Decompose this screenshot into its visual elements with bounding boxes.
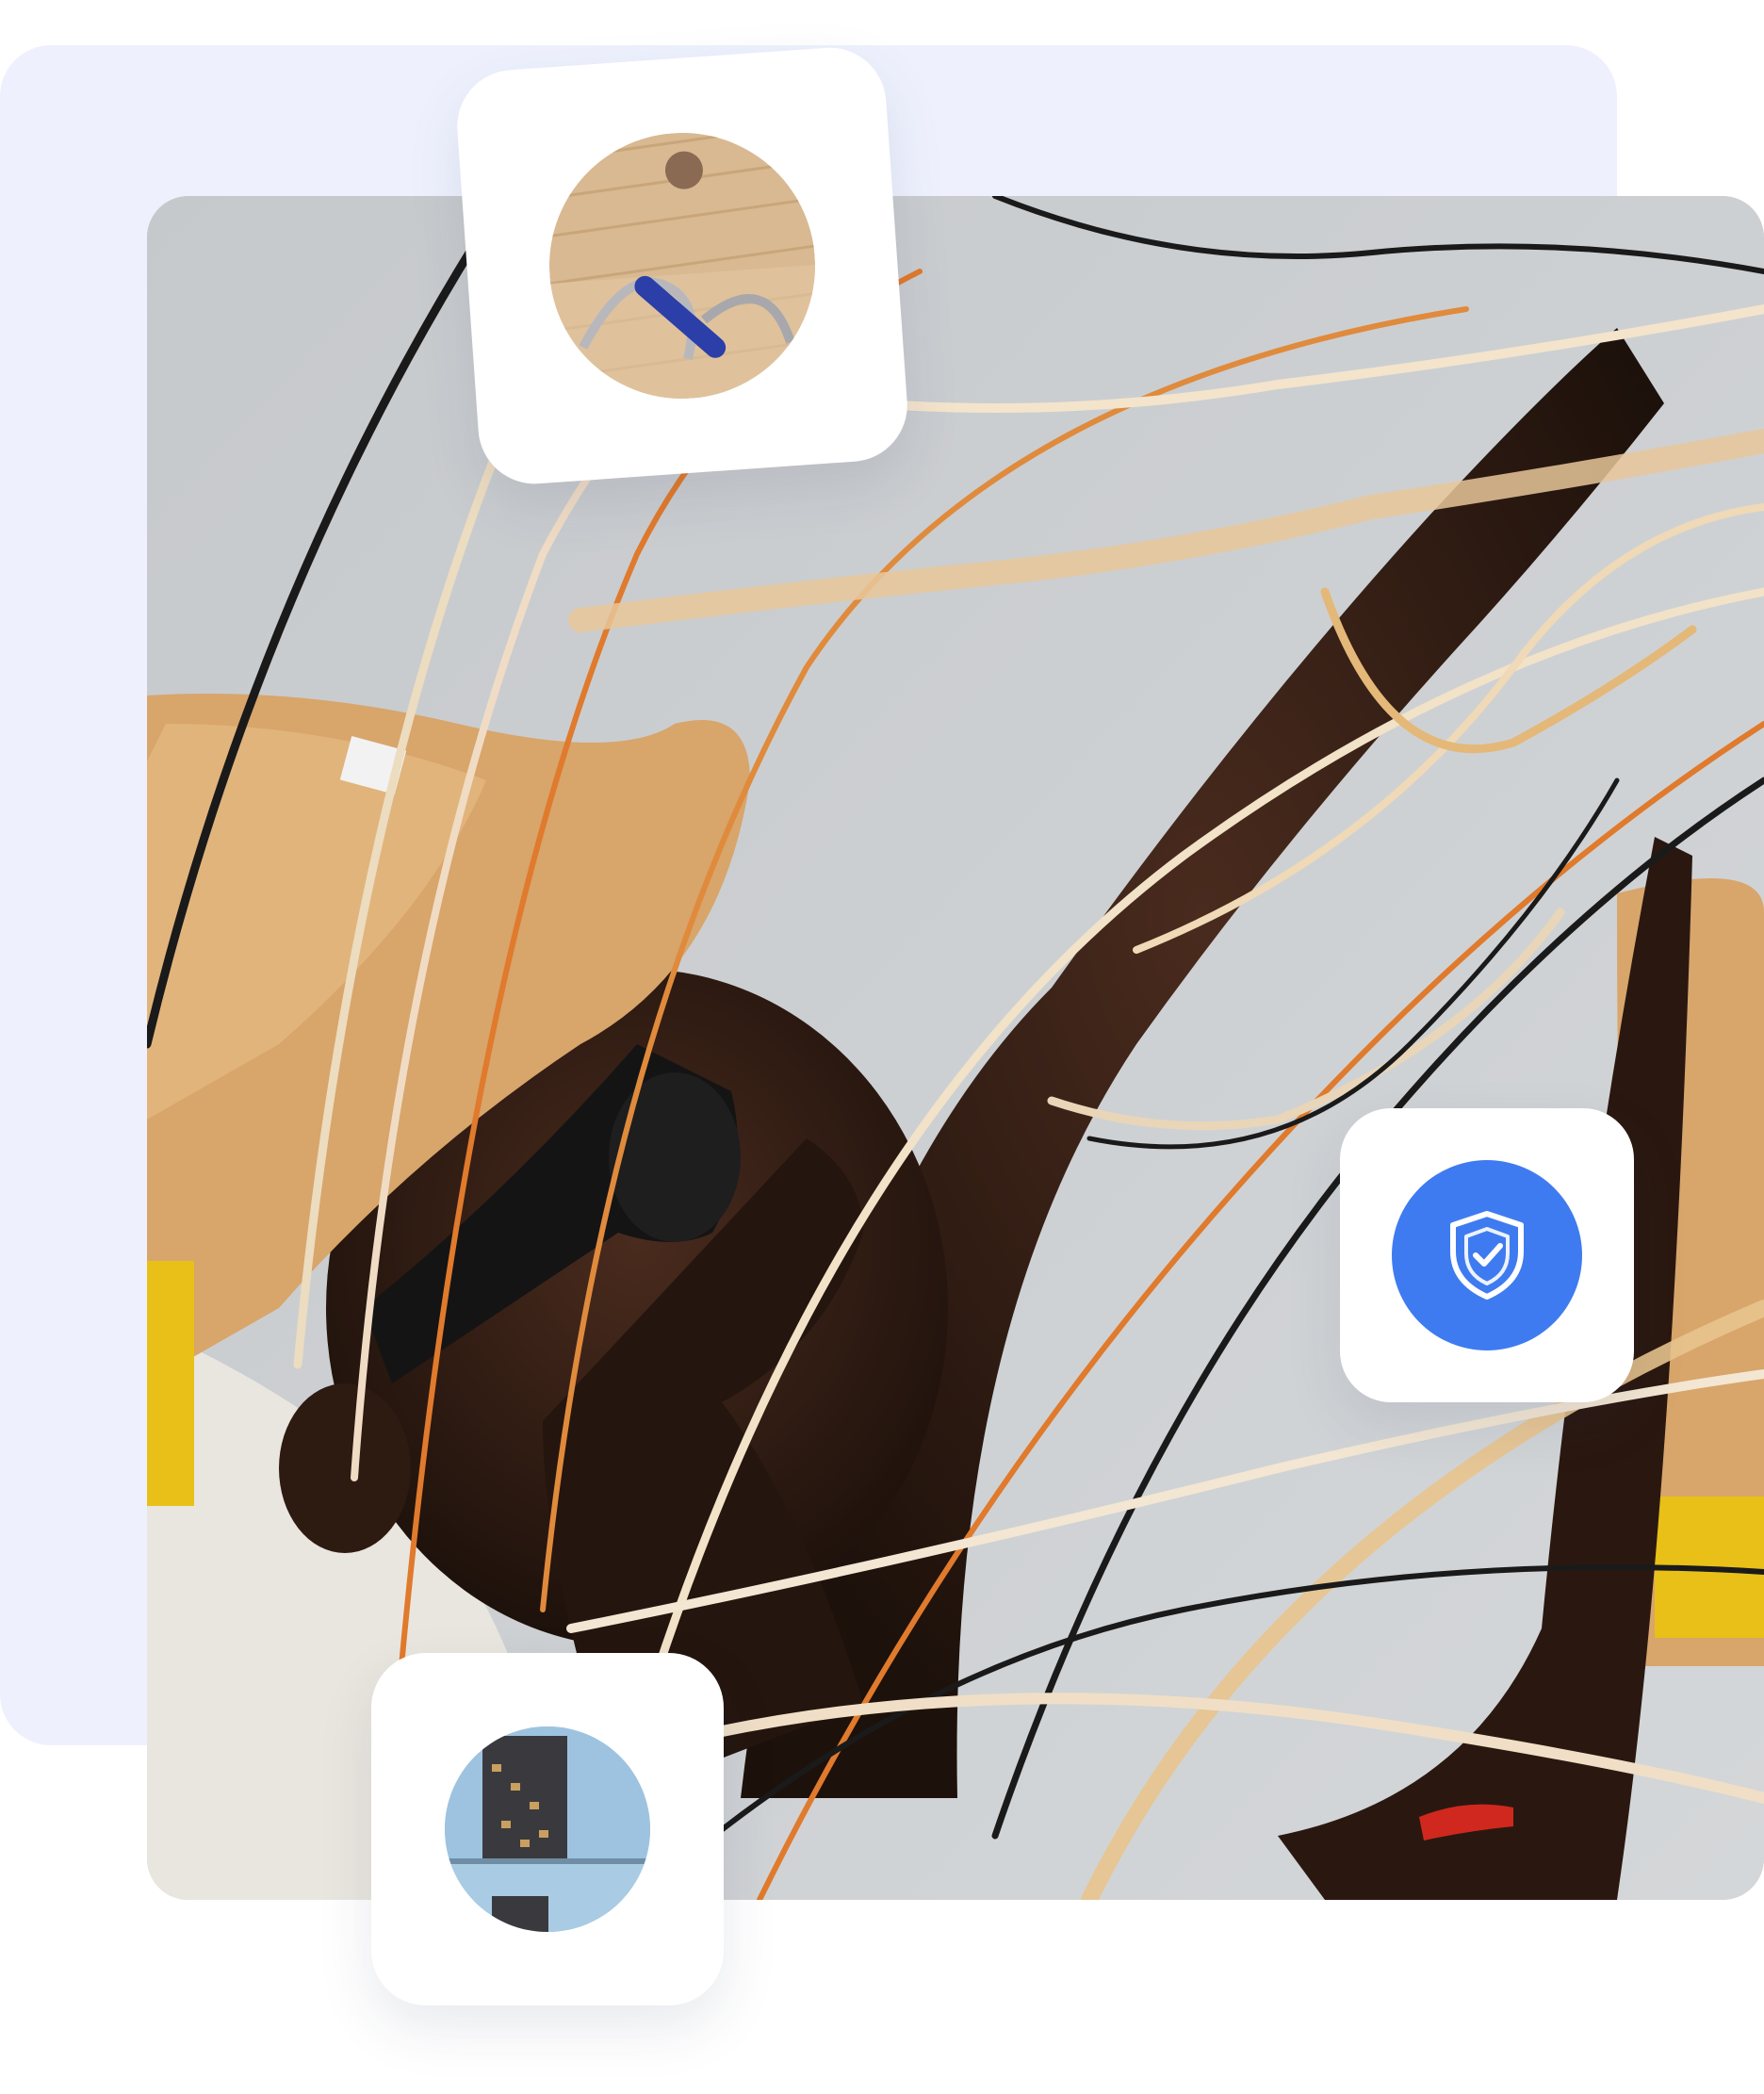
shield-badge xyxy=(1392,1160,1582,1350)
shield-check-icon xyxy=(1450,1211,1524,1300)
shield-card xyxy=(1340,1108,1634,1402)
tools-card xyxy=(453,43,911,488)
building-thumbnail xyxy=(445,1726,650,1932)
electrician-photo xyxy=(147,196,1764,1900)
tools-thumbnail xyxy=(540,123,825,408)
building-card xyxy=(371,1653,724,2005)
